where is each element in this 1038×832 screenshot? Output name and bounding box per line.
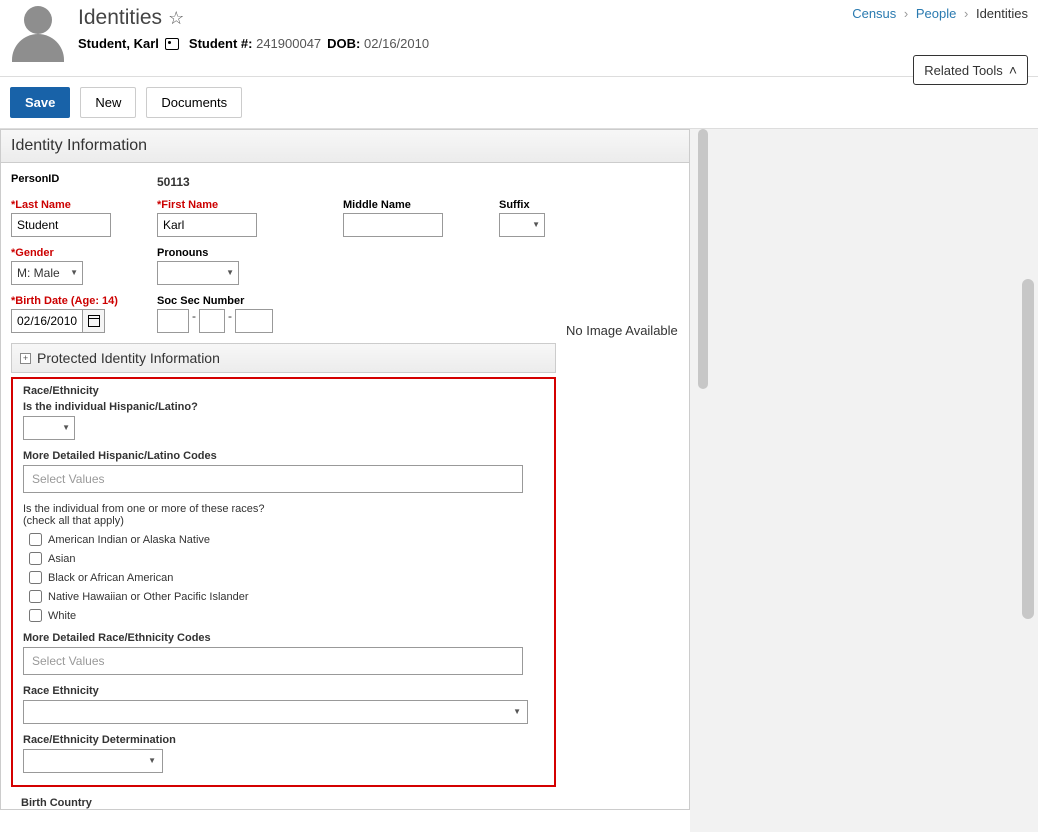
chevron-right-icon: › [964, 6, 968, 21]
ssn-part-1[interactable] [157, 309, 189, 333]
avatar [10, 6, 66, 62]
determination-select[interactable] [23, 749, 163, 773]
dob-label: DOB: [327, 36, 360, 51]
identity-section-header: Identity Information [1, 130, 689, 163]
breadcrumb-current: Identities [976, 6, 1028, 21]
detailed-hispanic-multiselect[interactable]: Select Values [23, 465, 523, 493]
race-label-black: Black or African American [48, 572, 173, 584]
pronouns-select[interactable] [157, 261, 239, 285]
detailed-race-label: More Detailed Race/Ethnicity Codes [23, 632, 544, 644]
determination-label: Race/Ethnicity Determination [23, 734, 544, 746]
race-checkbox-white[interactable] [29, 609, 42, 622]
no-image-text: No Image Available [556, 173, 679, 809]
last-name-input[interactable] [11, 213, 111, 237]
race-ethnicity-label: Race Ethnicity [23, 685, 544, 697]
student-no: 241900047 [256, 36, 321, 51]
race-label-nhpi: Native Hawaiian or Other Pacific Islande… [48, 591, 249, 603]
pronouns-label: Pronouns [157, 247, 239, 259]
ssn-part-3[interactable] [235, 309, 273, 333]
dob-value: 02/16/2010 [364, 36, 429, 51]
chevron-right-icon: › [904, 6, 908, 21]
protected-section-header[interactable]: + Protected Identity Information [11, 343, 556, 373]
middle-name-input[interactable] [343, 213, 443, 237]
favorite-star-icon[interactable]: ☆ [168, 8, 184, 29]
race-ethnicity-select[interactable] [23, 700, 528, 724]
race-checkbox-nhpi[interactable] [29, 590, 42, 603]
detailed-hispanic-label: More Detailed Hispanic/Latino Codes [23, 450, 544, 462]
placeholder-text: Select Values [32, 654, 105, 668]
birth-date-input[interactable] [11, 309, 83, 333]
student-name: Student, Karl [78, 36, 159, 51]
races-question-sub: (check all that apply) [23, 515, 544, 527]
race-ethnicity-section: Race/Ethnicity Is the individual Hispani… [11, 377, 556, 787]
detailed-race-multiselect[interactable]: Select Values [23, 647, 523, 675]
gender-value: M: Male [17, 266, 60, 280]
first-name-input[interactable] [157, 213, 257, 237]
placeholder-text: Select Values [32, 472, 105, 486]
suffix-label: Suffix [499, 199, 545, 211]
ssn-part-2[interactable] [199, 309, 225, 333]
middle-name-label: Middle Name [343, 199, 483, 211]
related-tools-label: Related Tools [924, 63, 1003, 78]
hispanic-select[interactable] [23, 416, 75, 440]
ssn-label: Soc Sec Number [157, 295, 273, 307]
scrollbar[interactable] [698, 129, 708, 389]
race-checkbox-black[interactable] [29, 571, 42, 584]
date-picker-button[interactable] [83, 309, 105, 333]
gender-select[interactable]: M: Male [11, 261, 83, 285]
related-tools-button[interactable]: Related Tools ˄ [913, 55, 1028, 85]
race-label-asian: Asian [48, 553, 76, 565]
breadcrumb-census[interactable]: Census [852, 6, 896, 21]
race-label-white: White [48, 610, 76, 622]
protected-section-label: Protected Identity Information [37, 350, 220, 366]
race-label-aian: American Indian or Alaska Native [48, 534, 210, 546]
documents-button[interactable]: Documents [146, 87, 242, 118]
breadcrumb: Census › People › Identities [852, 6, 1028, 21]
save-button[interactable]: Save [10, 87, 70, 118]
calendar-icon [88, 315, 100, 327]
birth-country-label: Birth Country [21, 797, 546, 809]
id-card-icon[interactable] [165, 38, 179, 50]
page-title-text: Identities [78, 6, 162, 30]
hispanic-question: Is the individual Hispanic/Latino? [23, 401, 544, 413]
scrollbar[interactable] [1022, 279, 1034, 619]
race-section-label: Race/Ethnicity [23, 385, 544, 397]
person-id-label: PersonID [11, 173, 141, 185]
races-question: Is the individual from one or more of th… [23, 503, 544, 515]
gender-label: *Gender [11, 247, 141, 259]
person-id-value: 50113 [157, 175, 190, 189]
chevron-up-icon: ˄ [1009, 62, 1017, 78]
suffix-select[interactable] [499, 213, 545, 237]
first-name-label: *First Name [157, 199, 327, 211]
new-button[interactable]: New [80, 87, 136, 118]
birth-date-label: *Birth Date (Age: 14) [11, 295, 141, 307]
last-name-label: *Last Name [11, 199, 141, 211]
student-no-label: Student #: [189, 36, 253, 51]
breadcrumb-people[interactable]: People [916, 6, 956, 21]
race-checkbox-aian[interactable] [29, 533, 42, 546]
expand-icon[interactable]: + [20, 353, 31, 364]
race-checkbox-asian[interactable] [29, 552, 42, 565]
